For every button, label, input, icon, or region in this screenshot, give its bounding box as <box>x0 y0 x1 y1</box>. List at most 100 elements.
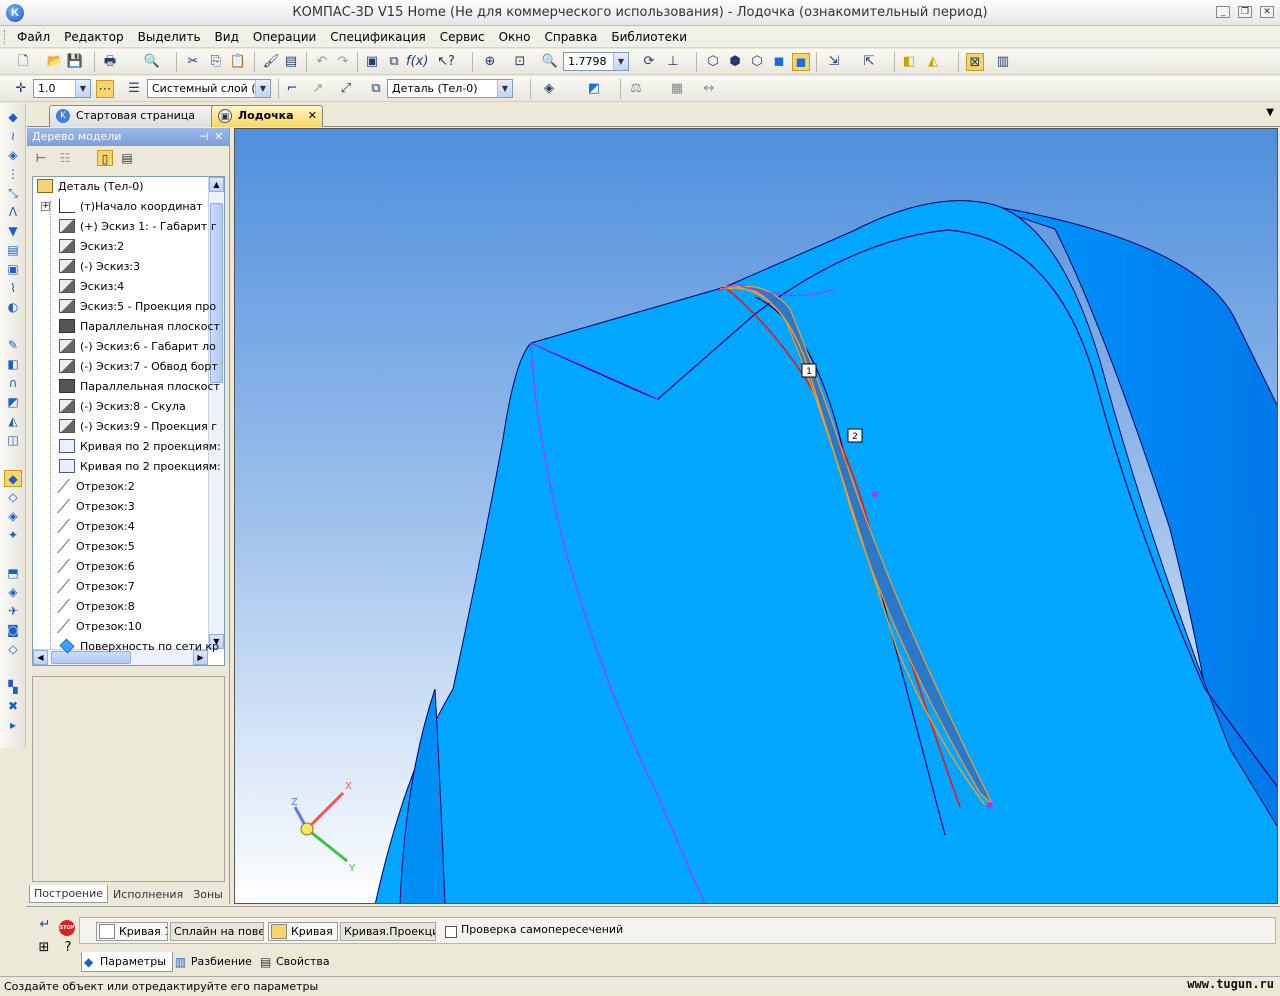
compact-tool-0-icon[interactable]: ◆ <box>4 109 22 126</box>
tree-tab-2[interactable]: Зоны <box>188 885 228 903</box>
compact-tool-2-icon[interactable]: ◈ <box>4 147 22 164</box>
tree-node[interactable]: Отрезок:10 <box>57 617 142 637</box>
tree-node[interactable]: Кривая по 2 проекциям: <box>59 457 221 477</box>
compact-tool-12-icon[interactable]: ✎ <box>4 337 22 354</box>
shaded-edges-icon[interactable]: ◼ <box>792 53 810 71</box>
menu-item-9[interactable]: Библиотеки <box>604 30 694 44</box>
tree-node[interactable]: (-) Эскиз:6 - Габарит ло <box>59 337 216 357</box>
menu-item-0[interactable]: Файл <box>10 30 57 44</box>
compact-tool-15-icon[interactable]: ◩ <box>4 394 22 411</box>
tree-list-icon[interactable]: ▤ <box>119 150 135 166</box>
copy-icon[interactable]: ⎘ <box>207 53 225 71</box>
variables-icon[interactable]: ⧉ <box>385 53 403 71</box>
model-view-svg[interactable]: 1 2 X Y Z <box>235 129 1278 904</box>
menu-item-5[interactable]: Спецификация <box>323 30 432 44</box>
edit-point-icon[interactable]: ↗ <box>309 80 327 98</box>
manager-icon[interactable]: ▣ <box>363 53 381 71</box>
tab-partition[interactable]: ▥ Разбиение <box>173 952 258 972</box>
part-select-icon[interactable]: ⧉ <box>367 80 385 98</box>
compact-tool-25-icon[interactable]: ◈ <box>4 584 22 601</box>
layer-combo[interactable]: Системный слой (0) ▼ <box>147 79 271 98</box>
tree-node[interactable]: Поверхность по сети кр <box>59 637 219 657</box>
close-tab-icon[interactable]: ✕ <box>308 106 317 126</box>
tree-node[interactable]: Эскиз:2 <box>59 237 124 257</box>
tree-node[interactable]: Эскиз:5 - Проекция про <box>59 297 216 317</box>
snap-icon[interactable]: ⊠ <box>966 53 984 71</box>
stop-icon[interactable]: STOP <box>59 920 75 936</box>
compact-tool-30-icon[interactable]: ▚ <box>4 679 22 696</box>
menu-item-6[interactable]: Сервис <box>433 30 492 44</box>
measure-icon[interactable]: ⚖ <box>627 80 645 98</box>
tree-node[interactable]: Отрезок:6 <box>57 557 135 577</box>
tree-tab-1[interactable]: Исполнения <box>108 885 188 903</box>
filter-icon[interactable]: ⇲ <box>825 53 843 71</box>
compact-tool-16-icon[interactable]: ◭ <box>4 413 22 430</box>
dimensions-icon[interactable]: ↔ <box>700 80 718 98</box>
redo-icon[interactable]: ↷ <box>334 53 352 71</box>
minimize-button[interactable]: _ <box>1216 6 1230 18</box>
zoom-all-icon[interactable]: ⊡ <box>511 53 529 71</box>
tree-node[interactable]: (-) Эскиз:9 - Проекция г <box>59 417 217 437</box>
menu-item-1[interactable]: Редактор <box>57 30 130 44</box>
new-document-icon[interactable]: 🗋 <box>14 53 32 71</box>
tree-node[interactable]: (-) Эскиз:7 - Обвод борт <box>59 357 218 377</box>
tree-node[interactable]: Отрезок:8 <box>57 597 135 617</box>
compact-tool-4-icon[interactable]: ⤡ <box>4 185 22 202</box>
enter-icon[interactable]: ↵ <box>36 917 54 935</box>
compact-tool-20-icon[interactable]: ◇ <box>4 489 22 506</box>
zoom-icon[interactable]: 🔍 <box>541 53 559 71</box>
menu-item-2[interactable]: Выделить <box>131 30 208 44</box>
close-panel-icon[interactable]: ✕ <box>214 128 223 146</box>
cube-icon[interactable]: ◧ <box>900 53 918 71</box>
orientation-icon[interactable]: ⤢ <box>337 80 355 98</box>
tab-start-page[interactable]: K Стартовая страница <box>49 105 221 127</box>
part-combo[interactable]: Деталь (Тел-0) ▼ <box>387 79 513 98</box>
tab-parameters[interactable]: ◆ Параметры <box>81 952 173 972</box>
undo-icon[interactable]: ↶ <box>313 53 331 71</box>
curve1-button[interactable]: Кривая 1 <box>96 922 168 941</box>
hidden-lines-icon[interactable]: ⬢ <box>726 53 744 71</box>
compact-tool-22-icon[interactable]: ✦ <box>4 527 22 544</box>
compact-tool-28-icon[interactable]: ◇ <box>4 641 22 658</box>
zoom-combo[interactable]: 1.7798 ▼ <box>563 52 629 71</box>
compact-tool-13-icon[interactable]: ◧ <box>4 356 22 373</box>
tree-node[interactable]: Параллельная плоскост <box>59 317 220 337</box>
layers-icon[interactable]: ☰ <box>125 80 143 98</box>
menu-item-8[interactable]: Справка <box>537 30 604 44</box>
compact-tool-1-icon[interactable]: ≀ <box>4 128 22 145</box>
tree-mode-icon[interactable]: ▯ <box>97 150 113 166</box>
expand-icon[interactable]: + <box>41 202 50 211</box>
compact-tool-19-icon[interactable]: ◆ <box>4 470 22 487</box>
cut-icon[interactable]: ✂ <box>184 53 202 71</box>
tree-node[interactable]: (т)Начало координат + <box>41 197 203 217</box>
grid-snap-icon[interactable]: ⋯ <box>96 80 114 98</box>
panel-icon[interactable]: ▥ <box>994 53 1012 71</box>
mass-icon[interactable]: ▦ <box>668 80 686 98</box>
tree-tab-0[interactable]: Построение <box>29 885 109 903</box>
tree-node[interactable]: Отрезок:4 <box>57 517 135 537</box>
format-brush-icon[interactable]: 🖌 <box>262 53 280 71</box>
cursor-step-icon[interactable]: ✛ <box>12 80 30 98</box>
pin-icon[interactable]: ⊣ <box>199 128 209 146</box>
tree-node[interactable]: Эскиз:4 <box>59 277 124 297</box>
compact-tool-14-icon[interactable]: ∩ <box>4 375 22 392</box>
compact-tool-32-icon[interactable]: ▸ <box>4 717 22 734</box>
tab-lodochka[interactable]: ▣ Лодочка ✕ <box>211 105 323 127</box>
tree-node[interactable]: Кривая по 2 проекциям: <box>59 437 221 457</box>
light-icon[interactable]: ◭ <box>924 53 942 71</box>
paste-icon[interactable]: 📋 <box>229 53 247 71</box>
tree-vertical-scrollbar[interactable]: ▲ ▼ <box>208 177 224 649</box>
sections-icon[interactable]: ◈ <box>540 80 558 98</box>
sketch-icon[interactable]: ⌐ <box>283 80 301 98</box>
restore-button[interactable]: ❐ <box>1238 6 1252 18</box>
compact-tool-9-icon[interactable]: ⌇ <box>4 280 22 297</box>
print-icon[interactable]: 🖶 <box>101 53 119 71</box>
window-toggle-icon[interactable]: ⊞ <box>35 940 53 958</box>
close-window-button[interactable]: ✕ <box>1260 6 1274 18</box>
tree-node[interactable]: Отрезок:7 <box>57 577 135 597</box>
select-filter-icon[interactable]: ⇱ <box>860 53 878 71</box>
3d-viewport[interactable]: 1 2 X Y Z <box>234 128 1278 904</box>
compact-tool-31-icon[interactable]: ✖ <box>4 698 22 715</box>
compact-tool-27-icon[interactable]: ◙ <box>4 622 22 639</box>
help-icon[interactable]: ? <box>59 940 77 958</box>
